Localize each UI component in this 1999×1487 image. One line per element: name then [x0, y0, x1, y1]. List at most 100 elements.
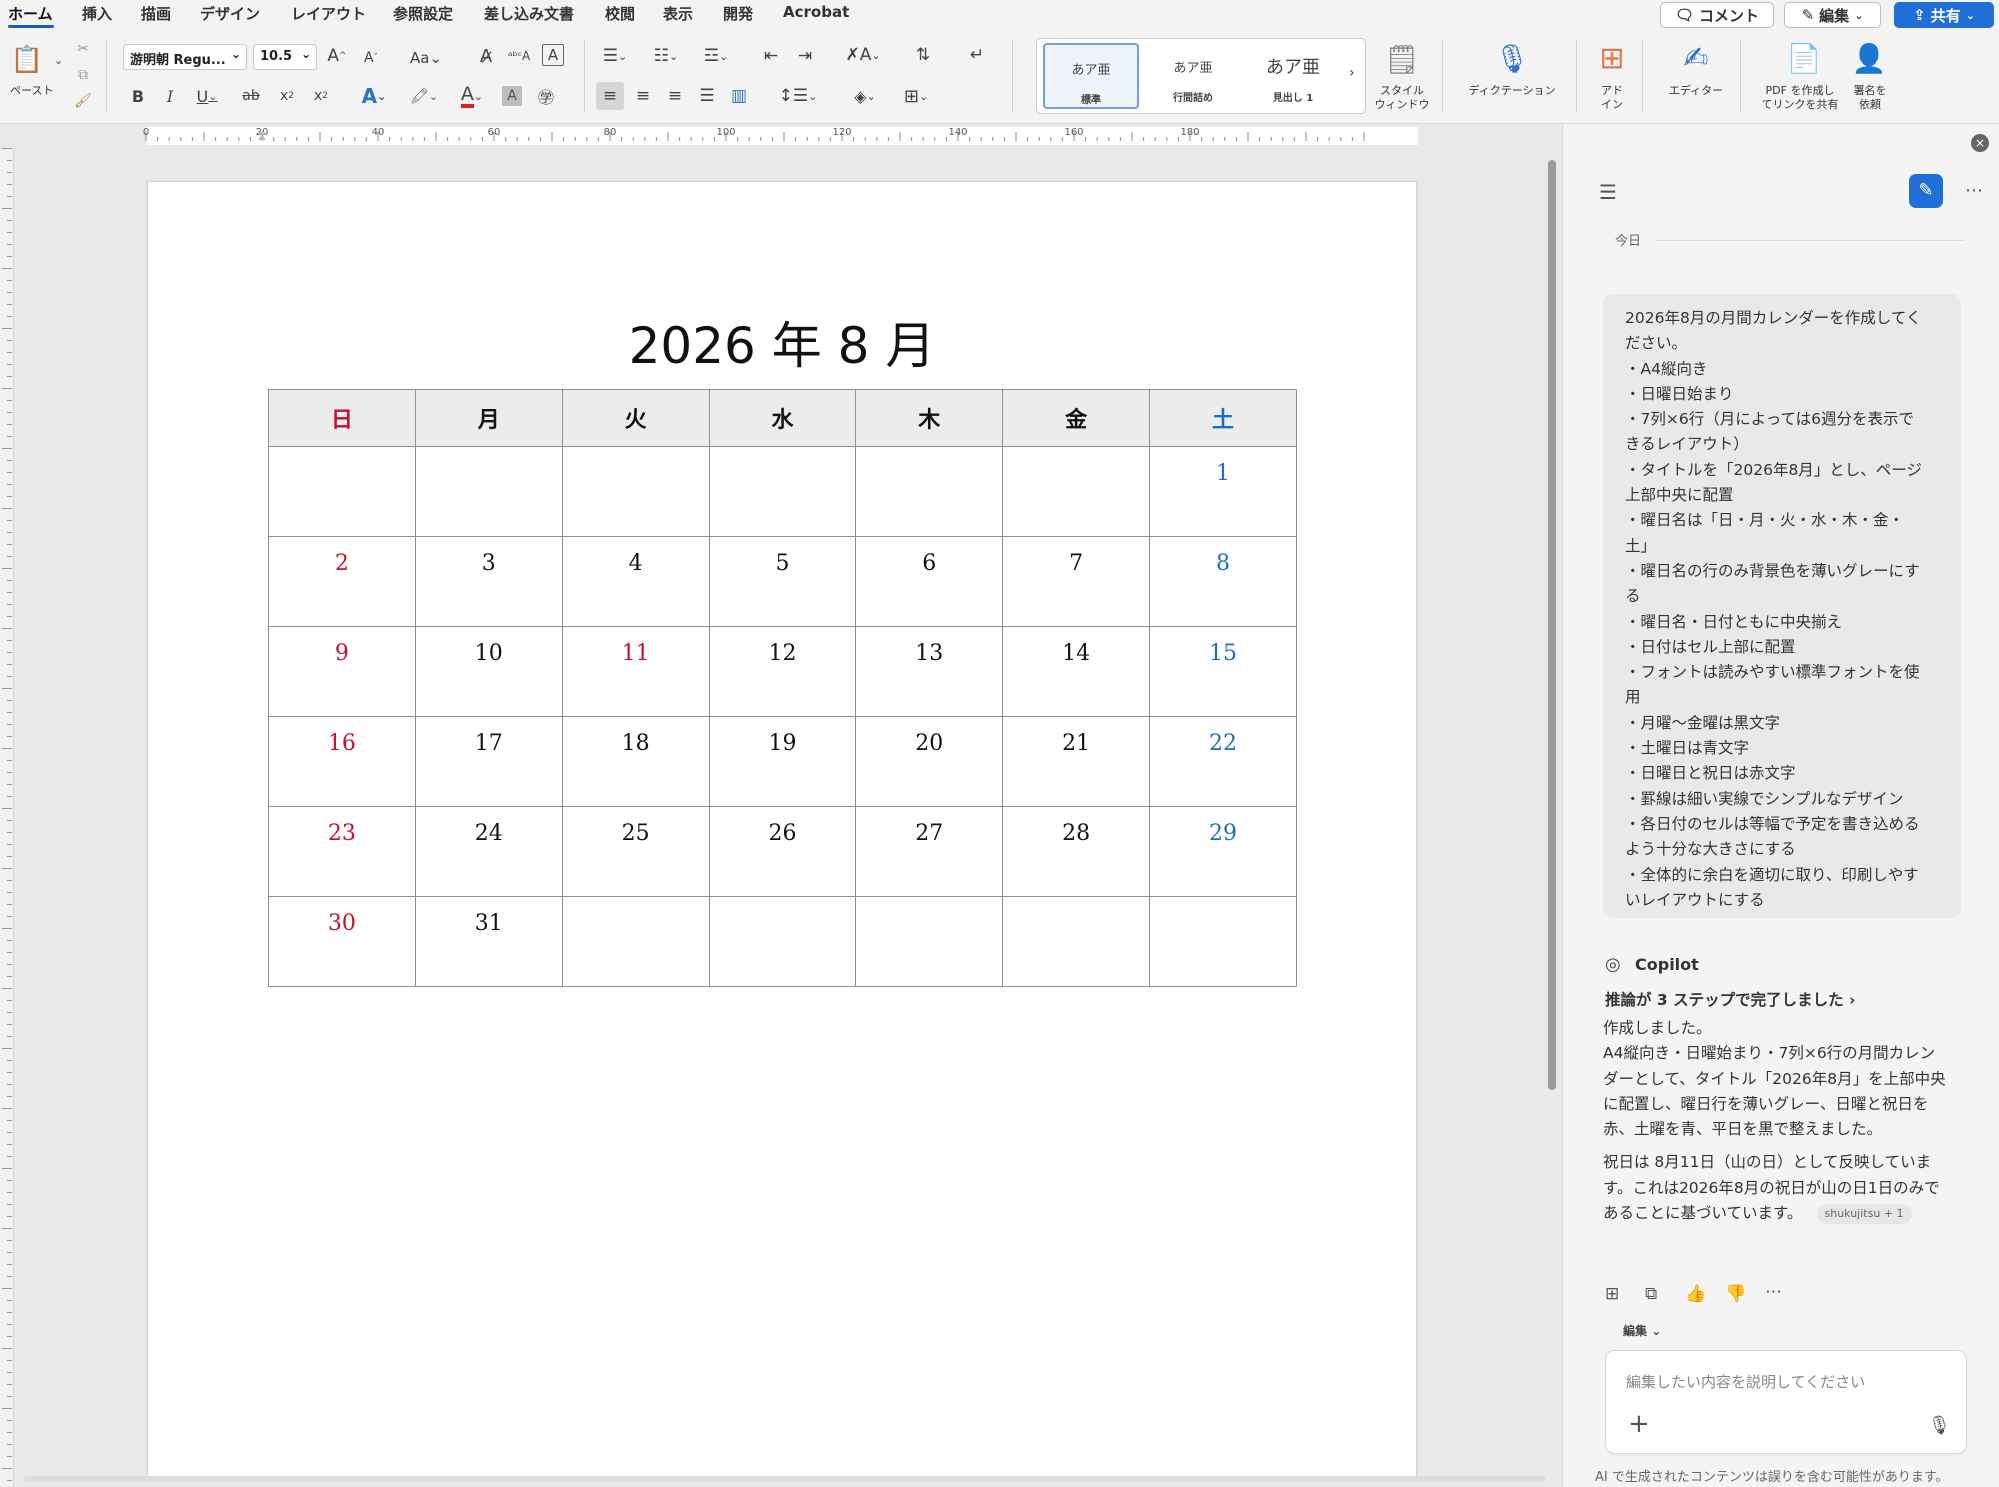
calendar-day-cell[interactable]: 1 [1149, 446, 1297, 537]
editor-icon[interactable]: ✍ [1674, 38, 1718, 78]
distributed-icon[interactable]: ▥ [726, 84, 752, 108]
horizontal-scrollbar[interactable] [24, 1476, 1546, 1482]
tab-layout[interactable]: レイアウト [291, 3, 366, 24]
calendar-day-cell[interactable]: 31 [414, 896, 563, 987]
chat-input-box[interactable]: 編集したい内容を説明してください + 🎙 [1605, 1350, 1967, 1454]
clear-formatting-icon[interactable]: A̷ [474, 44, 498, 68]
align-center-icon[interactable]: ≡ [630, 84, 656, 108]
calendar-day-cell[interactable] [1149, 896, 1297, 987]
grow-font-icon[interactable]: A ^ [326, 44, 348, 68]
calendar-day-cell[interactable]: 25 [561, 806, 710, 897]
tab-references[interactable]: 参照設定 [393, 3, 453, 24]
style-no-spacing[interactable]: あア亜 行間詰め [1145, 43, 1241, 109]
calendar-day-cell[interactable]: 3 [414, 536, 563, 627]
scissors-icon[interactable]: ✂ [74, 40, 92, 58]
request-signature-button[interactable]: 署名を 依頼 [1846, 84, 1894, 112]
tab-developer[interactable]: 開発 [723, 3, 753, 24]
bullets-icon[interactable]: ☰ ⌄ [598, 44, 632, 68]
change-case-icon[interactable]: Aa⌄ [408, 46, 444, 70]
pdf-share-icon[interactable]: 📄 [1786, 38, 1822, 78]
shrink-font-icon[interactable]: Aˇ [360, 46, 382, 70]
gallery-more-icon[interactable]: › [1349, 65, 1355, 81]
document-page[interactable]: 2026 年 8 月 日 月 火 水 木 金 土 1 2 3 4 5 6 7 8 9 10 11 12… [147, 181, 1417, 1477]
weekday-monday[interactable]: 月 [414, 389, 563, 447]
calendar-day-cell[interactable] [1002, 896, 1151, 987]
superscript-icon[interactable]: x2 [310, 84, 332, 108]
bold-icon[interactable]: B [128, 84, 148, 108]
calendar-day-cell[interactable]: 20 [855, 716, 1004, 807]
mode-select[interactable]: 編集 ⌄ [1623, 1322, 1661, 1339]
clipboard-icon[interactable]: 📋 [11, 42, 43, 78]
tab-acrobat[interactable]: Acrobat [783, 3, 849, 21]
share-button[interactable]: ⇪ 共有 ⌄ [1894, 2, 1994, 28]
calendar-day-cell[interactable] [414, 446, 563, 537]
calendar-day-cell[interactable]: 14 [1002, 626, 1151, 717]
calendar-day-cell[interactable] [561, 896, 710, 987]
comment-button[interactable]: 🗨 コメント [1660, 2, 1774, 28]
calendar-day-cell[interactable]: 22 [1149, 716, 1297, 807]
calendar-day-cell[interactable] [708, 896, 857, 987]
calendar-day-cell[interactable]: 16 [268, 716, 416, 807]
pdf-share-link-button[interactable]: PDF を作成し てリンクを共有 [1754, 84, 1846, 112]
addins-icon[interactable]: ⊞ [1594, 40, 1630, 76]
multilevel-list-icon[interactable]: ☲ ⌄ [696, 44, 736, 68]
align-left-icon[interactable]: ≡ [596, 82, 624, 110]
asian-layout-icon[interactable]: ✗A ⌄ [842, 42, 884, 68]
subscript-icon[interactable]: x2 [276, 84, 298, 108]
chevron-down-icon[interactable]: ⌄ [54, 54, 63, 67]
copy-icon[interactable]: ⧉ [74, 66, 92, 84]
citation-chip[interactable]: shukujitsu + 1 [1816, 1203, 1912, 1224]
history-menu-icon[interactable]: ☰ [1599, 180, 1617, 204]
vertical-ruler[interactable] [0, 148, 14, 1487]
thumbs-down-icon[interactable]: 👎 [1725, 1284, 1746, 1304]
calendar-day-cell[interactable] [855, 896, 1004, 987]
calendar-day-cell[interactable]: 13 [855, 626, 1004, 717]
calendar-day-cell[interactable]: 18 [561, 716, 710, 807]
font-color-icon[interactable]: A ⌄ [452, 82, 492, 110]
calendar-day-cell[interactable]: 27 [855, 806, 1004, 897]
new-chat-icon[interactable]: ✎ [1909, 174, 1943, 208]
align-right-icon[interactable]: ≡ [662, 84, 688, 108]
calendar-day-cell[interactable]: 5 [708, 536, 857, 627]
calendar-day-cell[interactable]: 26 [708, 806, 857, 897]
show-marks-icon[interactable]: ↵ [962, 42, 992, 68]
calendar-day-cell[interactable]: 11 [561, 626, 710, 717]
calendar-day-cell[interactable]: 21 [1002, 716, 1151, 807]
style-window-button[interactable]: スタイル ウィンドウ [1372, 84, 1432, 112]
tab-home[interactable]: ホーム [8, 3, 53, 24]
line-spacing-icon[interactable]: ↕☰ ⌄ [778, 84, 818, 108]
justify-icon[interactable]: ☰ [694, 84, 720, 108]
calendar-day-cell[interactable]: 10 [414, 626, 563, 717]
text-effects-icon[interactable]: A ⌄ [356, 84, 392, 108]
microphone-icon[interactable]: 🎙 [1928, 1415, 1951, 1436]
weekday-saturday[interactable]: 土 [1149, 389, 1297, 447]
strikethrough-icon[interactable]: ab [240, 84, 262, 108]
request-signature-icon[interactable]: 👤 [1850, 38, 1888, 78]
calendar-day-cell[interactable]: 2 [268, 536, 416, 627]
calendar-day-cell[interactable]: 9 [268, 626, 416, 717]
shading-icon[interactable]: ◈ ⌄ [846, 84, 884, 108]
numbering-icon[interactable]: ☷ ⌄ [646, 44, 686, 68]
copy-icon[interactable]: ⧉ [1645, 1284, 1657, 1304]
calendar-day-cell[interactable]: 8 [1149, 536, 1297, 627]
increase-indent-icon[interactable]: ⇥ [792, 44, 818, 68]
tab-draw[interactable]: 描画 [141, 3, 171, 24]
calendar-day-cell[interactable] [855, 446, 1004, 537]
borders-icon[interactable]: ⊞ ⌄ [894, 84, 938, 108]
edit-mode-button[interactable]: ✎ 編集 ⌄ [1784, 2, 1881, 28]
calendar-day-cell[interactable]: 6 [855, 536, 1004, 627]
weekday-tuesday[interactable]: 火 [561, 389, 710, 447]
tab-insert[interactable]: 挿入 [82, 3, 112, 24]
sort-icon[interactable]: ⇅ [908, 42, 938, 68]
paste-button[interactable]: ペースト [10, 84, 53, 98]
weekday-wednesday[interactable]: 水 [708, 389, 857, 447]
calendar-day-cell[interactable] [561, 446, 710, 537]
reasoning-steps-link[interactable]: 推論が 3 ステップで完了しました › [1605, 988, 1855, 1010]
style-heading-1[interactable]: あア亜 見出し 1 [1245, 43, 1341, 109]
calendar-day-cell[interactable] [708, 446, 857, 537]
calendar-day-cell[interactable]: 17 [414, 716, 563, 807]
decrease-indent-icon[interactable]: ⇤ [758, 44, 784, 68]
underline-icon[interactable]: U ⌄ [192, 84, 222, 108]
more-options-icon[interactable]: ⋯ [1965, 180, 1983, 201]
calendar-day-cell[interactable]: 19 [708, 716, 857, 807]
